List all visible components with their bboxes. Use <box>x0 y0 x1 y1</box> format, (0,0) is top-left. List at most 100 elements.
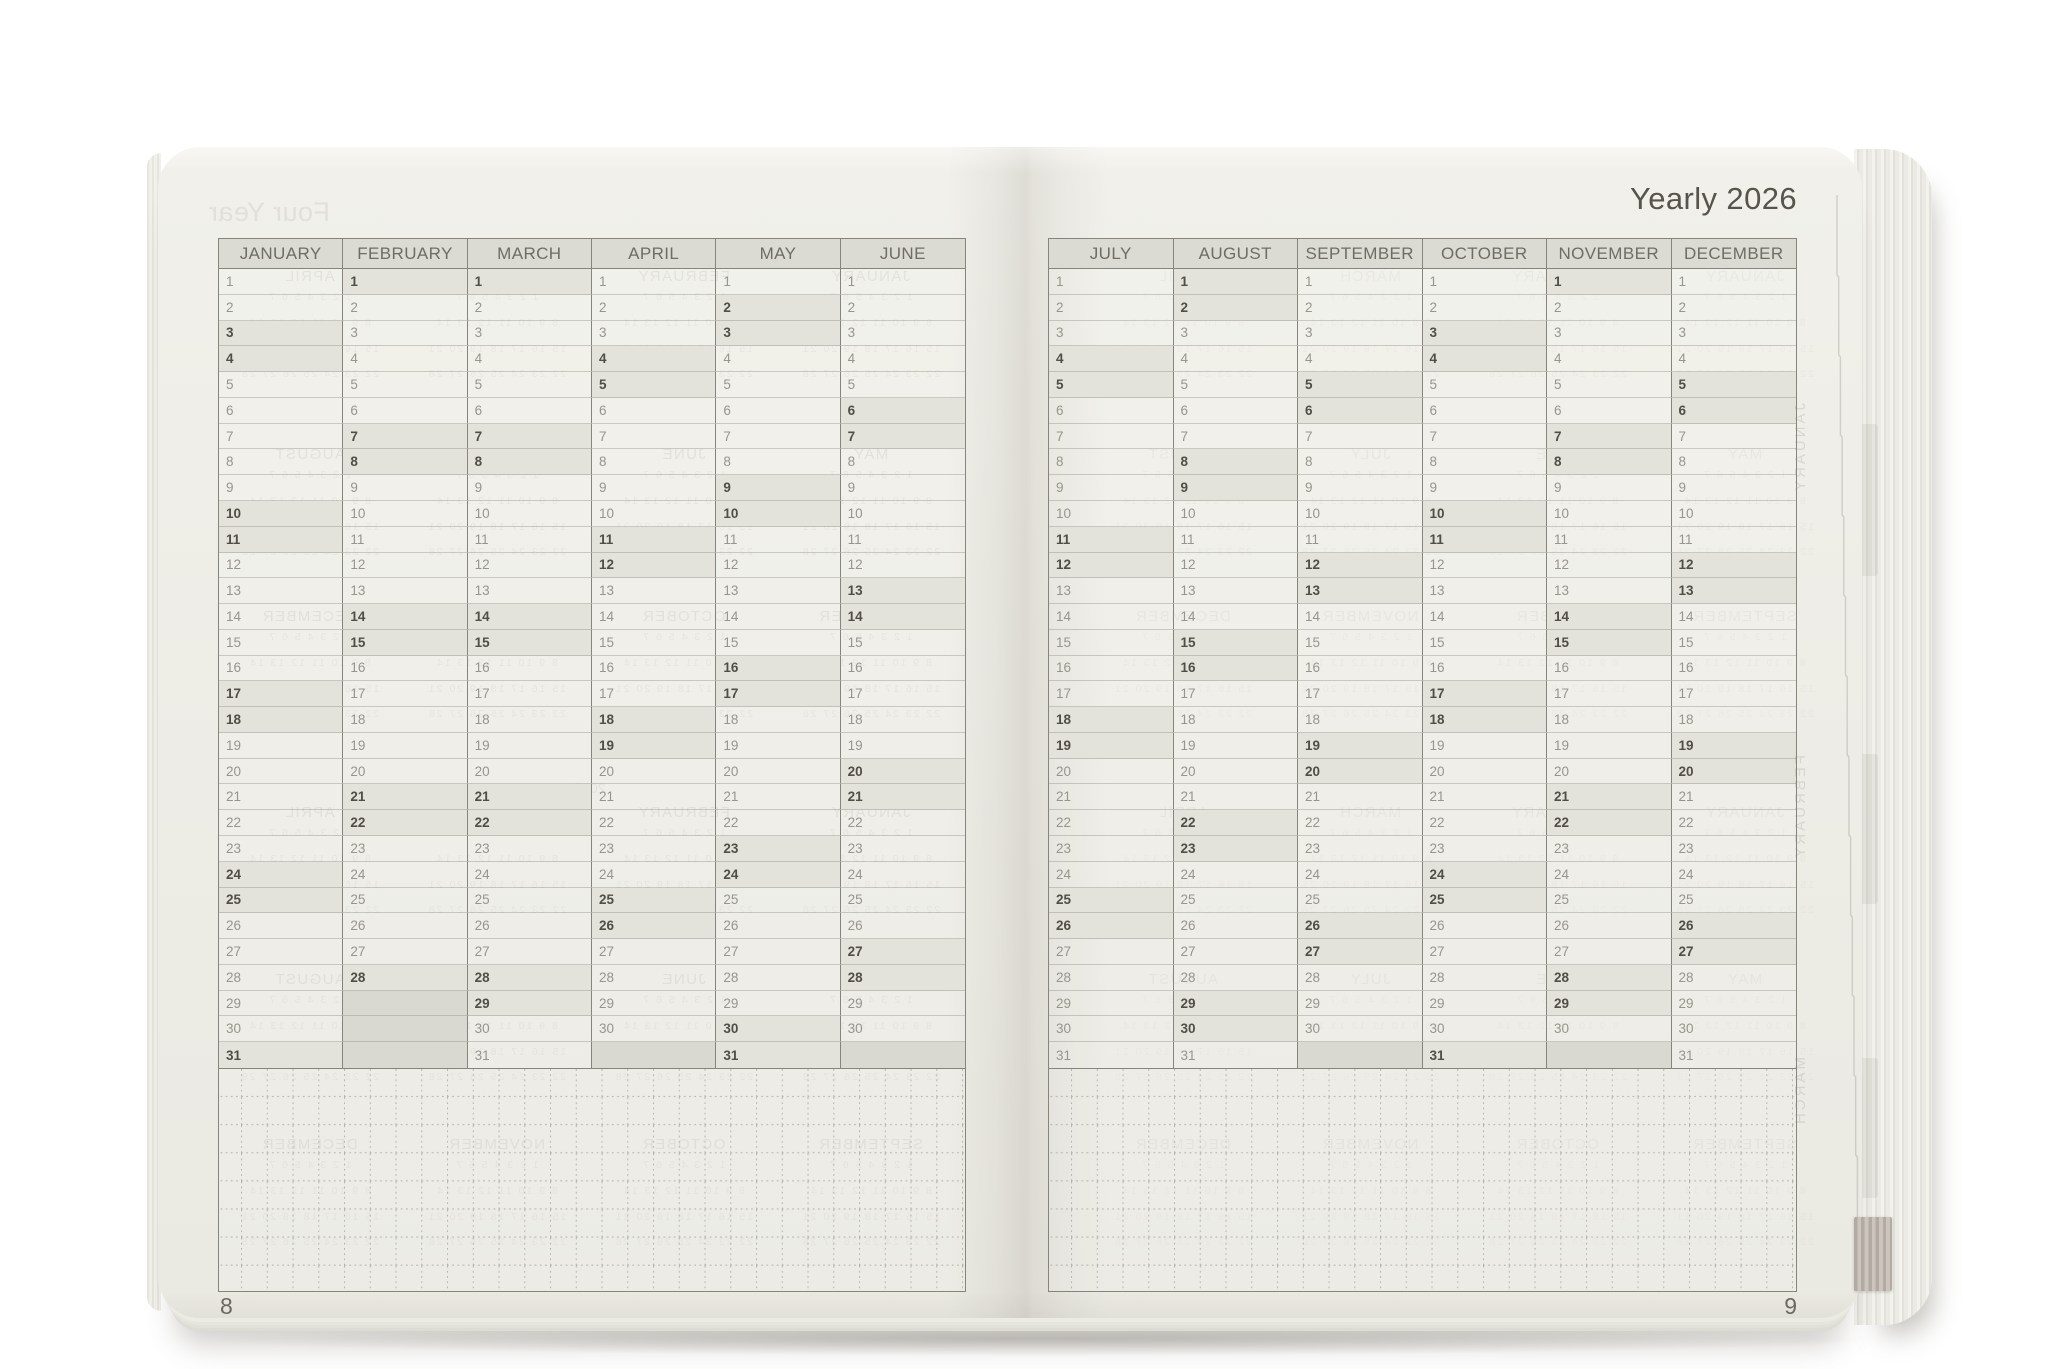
day-cell: 30 <box>1547 1016 1672 1042</box>
day-number: 3 <box>226 325 234 340</box>
day-cell: 16 <box>343 656 467 682</box>
day-cell: 29 <box>716 991 840 1017</box>
day-number: 12 <box>1305 557 1320 572</box>
day-number: 2 <box>599 300 607 315</box>
day-number: 29 <box>723 996 738 1011</box>
day-cell: 15 <box>1298 630 1423 656</box>
calendar-grid-right: JULYAUGUSTSEPTEMBEROCTOBERNOVEMBERDECEMB… <box>1049 239 1796 1068</box>
day-cell: 16 <box>1672 656 1797 682</box>
day-cell: 12 <box>1298 553 1423 579</box>
day-cell: 23 <box>1298 836 1423 862</box>
day-number: 24 <box>599 867 614 882</box>
day-cell: 15 <box>716 630 840 656</box>
day-number: 3 <box>475 325 483 340</box>
day-number: 26 <box>599 918 614 933</box>
day-cell: 14 <box>343 604 467 630</box>
day-number: 13 <box>1554 583 1569 598</box>
day-number: 23 <box>848 841 863 856</box>
day-cell: 13 <box>841 578 965 604</box>
day-number: 8 <box>599 454 607 469</box>
day-number: 16 <box>1554 660 1569 675</box>
day-cell: 1 <box>716 269 840 295</box>
day-number: 21 <box>599 789 614 804</box>
day-number: 31 <box>226 1048 241 1063</box>
day-number: 6 <box>1181 403 1189 418</box>
day-number: 22 <box>599 815 614 830</box>
day-cell: 22 <box>716 810 840 836</box>
day-number: 3 <box>1305 325 1313 340</box>
day-cell: 18 <box>1547 707 1672 733</box>
day-cell: 17 <box>716 681 840 707</box>
day-number: 7 <box>1430 429 1438 444</box>
day-number: 7 <box>1554 429 1562 444</box>
day-number: 11 <box>848 532 862 547</box>
day-cell: 19 <box>468 733 592 759</box>
day-number: 29 <box>1305 996 1320 1011</box>
day-cell: 19 <box>1547 733 1672 759</box>
day-number: 29 <box>1181 996 1196 1011</box>
day-number: 11 <box>1430 532 1444 547</box>
day-cell: 23 <box>1547 836 1672 862</box>
day-cell: 18 <box>1049 707 1174 733</box>
day-cell: 24 <box>1672 862 1797 888</box>
day-cell: 19 <box>1423 733 1548 759</box>
day-number: 19 <box>1056 738 1071 753</box>
day-cell: 10 <box>468 501 592 527</box>
day-cell: 24 <box>468 862 592 888</box>
day-cell: 28 <box>716 965 840 991</box>
day-number: 2 <box>475 300 483 315</box>
day-number: 28 <box>350 970 365 985</box>
day-cell: 3 <box>343 321 467 347</box>
day-cell: 6 <box>468 398 592 424</box>
day-number: 12 <box>1679 557 1694 572</box>
day-number: 26 <box>1305 918 1320 933</box>
day-cell: 5 <box>1174 372 1299 398</box>
day-cell: 1 <box>219 269 343 295</box>
day-number: 9 <box>350 480 358 495</box>
day-cell: 28 <box>1174 965 1299 991</box>
day-number: 10 <box>1679 506 1694 521</box>
day-cell: 29 <box>841 991 965 1017</box>
day-cell: 28 <box>468 965 592 991</box>
day-number: 16 <box>1305 660 1320 675</box>
day-cell: 15 <box>1547 630 1672 656</box>
day-cell: 31 <box>1672 1042 1797 1068</box>
day-number: 27 <box>848 944 863 959</box>
day-cell: 22 <box>1049 810 1174 836</box>
day-cell: 18 <box>1672 707 1797 733</box>
day-cell: 5 <box>1547 372 1672 398</box>
day-cell: 16 <box>468 656 592 682</box>
day-number: 20 <box>1305 764 1320 779</box>
day-number: 6 <box>1305 403 1313 418</box>
day-number: 16 <box>350 660 365 675</box>
day-cell: 28 <box>1049 965 1174 991</box>
day-cell: 19 <box>343 733 467 759</box>
day-number: 20 <box>1181 764 1196 779</box>
day-number: 18 <box>1181 712 1196 727</box>
dot-grid-pattern <box>1049 1069 1796 1291</box>
day-number: 18 <box>1430 712 1445 727</box>
day-number: 1 <box>1679 274 1687 289</box>
day-cell: 30 <box>1672 1016 1797 1042</box>
day-number: 3 <box>1554 325 1562 340</box>
day-cell: 16 <box>592 656 716 682</box>
day-cell: 24 <box>716 862 840 888</box>
day-cell: 8 <box>841 449 965 475</box>
planner-screenshot: Four YearJANUARY1 2 3 4 5 6 78 9 10 11 1… <box>0 0 2048 1369</box>
book-drop-shadow <box>200 1322 1880 1356</box>
day-number: 30 <box>723 1021 738 1036</box>
day-number: 23 <box>1056 841 1071 856</box>
day-number: 18 <box>848 712 863 727</box>
day-number: 12 <box>1554 557 1569 572</box>
day-number: 22 <box>475 815 490 830</box>
day-cell: 2 <box>219 295 343 321</box>
day-cell: 7 <box>219 424 343 450</box>
day-cell: 30 <box>1423 1016 1548 1042</box>
day-cell: 18 <box>1174 707 1299 733</box>
day-number: 28 <box>599 970 614 985</box>
day-cell: 10 <box>1423 501 1548 527</box>
day-number: 13 <box>599 583 614 598</box>
day-number: 9 <box>1056 480 1064 495</box>
day-number: 17 <box>723 686 738 701</box>
page-number-left: 8 <box>220 1293 233 1320</box>
